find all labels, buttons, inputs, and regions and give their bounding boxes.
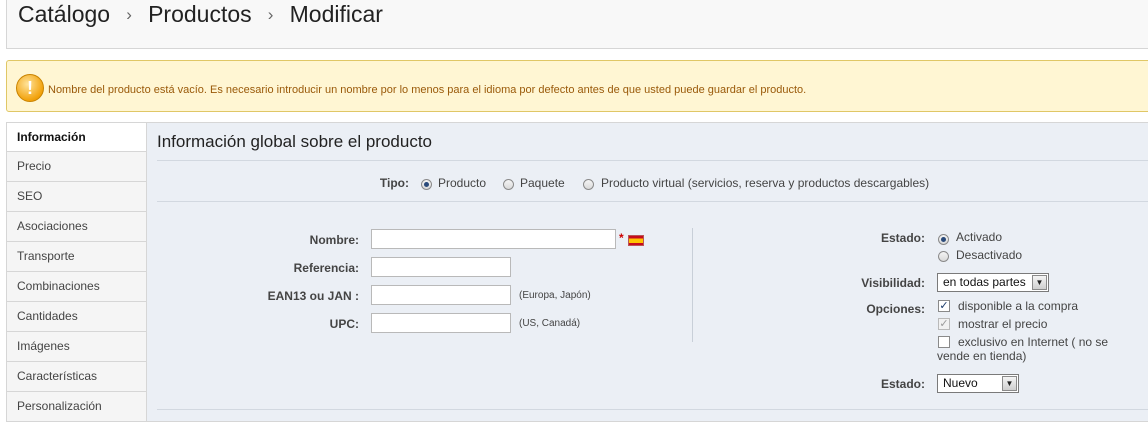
tipo-producto-radio[interactable] [421,179,432,190]
divider [157,409,1148,410]
tab-personalizacion[interactable]: Personalización [6,392,147,422]
tab-combinaciones[interactable]: Combinaciones [6,272,147,302]
breadcrumb-separator: › [126,5,132,24]
breadcrumb: Catálogo › Productos › Modificar [18,1,383,28]
exclusivo-label-line1[interactable]: exclusivo en Internet ( no se [958,335,1108,349]
visibilidad-value: en todas partes [943,275,1026,289]
spain-flag-icon[interactable] [628,235,644,246]
tipo-virtual-radio[interactable] [583,179,594,190]
page-header: Catálogo › Productos › Modificar [6,0,1148,49]
tab-informacion[interactable]: Información [6,122,147,152]
divider [157,201,1148,202]
tab-imagenes[interactable]: Imágenes [6,332,147,362]
column-divider [692,228,693,342]
condicion-value: Nuevo [943,376,978,390]
upc-label: UPC: [329,317,359,331]
tipo-virtual-label[interactable]: Producto virtual (servicios, reserva y p… [601,176,929,190]
nombre-label: Nombre: [309,233,359,247]
tab-caracteristicas[interactable]: Características [6,362,147,392]
disponible-checkbox[interactable]: ✓ [938,300,950,312]
tab-cantidades[interactable]: Cantidades [6,302,147,332]
tipo-label: Tipo: [379,176,409,190]
condicion-select[interactable]: Nuevo ▼ [937,374,1019,393]
exclusivo-checkbox[interactable] [938,336,950,348]
ean13-input[interactable] [371,285,511,305]
required-mark: * [619,231,624,245]
product-info-panel: Información global sobre el producto Tip… [146,122,1148,422]
estado-desactivado-label[interactable]: Desactivado [956,248,1022,262]
tab-precio[interactable]: Precio [6,152,147,182]
warning-message: Nombre del producto está vacío. Es neces… [48,84,807,96]
upc-input[interactable] [371,313,511,333]
estado-activado-label[interactable]: Activado [956,230,1002,244]
warning-banner: ! Nombre del producto está vacío. Es nec… [6,60,1148,112]
referencia-input[interactable] [371,257,511,277]
referencia-label: Referencia: [293,261,359,275]
estado-desactivado-radio[interactable] [938,251,949,262]
tab-asociaciones[interactable]: Asociaciones [6,212,147,242]
divider [157,160,1148,161]
dropdown-arrow-icon: ▼ [1032,275,1047,290]
tab-seo[interactable]: SEO [6,182,147,212]
tab-transporte[interactable]: Transporte [6,242,147,272]
visibilidad-label: Visibilidad: [861,276,925,290]
condicion-label: Estado: [880,377,925,391]
disponible-label[interactable]: disponible a la compra [958,299,1078,313]
estado-label: Estado: [880,231,925,245]
exclamation-icon: ! [16,74,44,102]
tipo-paquete-label[interactable]: Paquete [520,176,565,190]
breadcrumb-productos[interactable]: Productos [148,1,252,27]
dropdown-arrow-icon: ▼ [1002,376,1017,391]
mostrar-precio-label[interactable]: mostrar el precio [958,317,1047,331]
ean13-label: EAN13 ou JAN : [267,289,359,303]
opciones-label: Opciones: [866,302,925,316]
section-title: Información global sobre el producto [157,132,432,151]
upc-hint: (US, Canadá) [519,318,581,329]
tipo-paquete-radio[interactable] [503,179,514,190]
exclusivo-label-line2[interactable]: vende en tienda) [937,349,1026,363]
mostrar-precio-checkbox[interactable]: ✓ [938,318,950,330]
breadcrumb-catalogo[interactable]: Catálogo [18,1,110,27]
breadcrumb-modificar: Modificar [289,1,383,27]
tipo-producto-label[interactable]: Producto [438,176,486,190]
product-tabs: Información Precio SEO Asociaciones Tran… [6,122,147,422]
nombre-input[interactable] [371,229,616,249]
estado-activado-radio[interactable] [938,234,949,245]
visibilidad-select[interactable]: en todas partes ▼ [937,273,1049,292]
breadcrumb-separator: › [267,5,274,24]
ean13-hint: (Europa, Japón) [519,290,591,301]
